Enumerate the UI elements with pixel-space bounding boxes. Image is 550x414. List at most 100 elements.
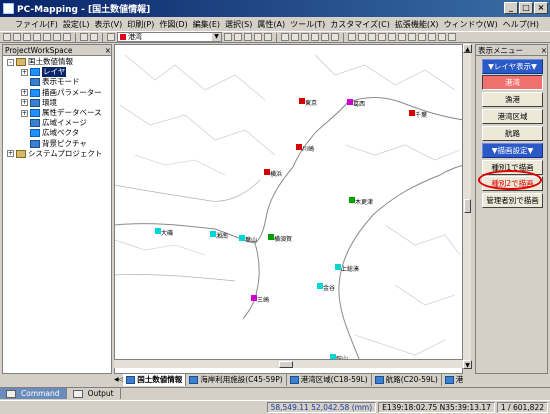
- menu-item-1[interactable]: 設定(L): [62, 19, 91, 30]
- save-all-icon[interactable]: [33, 33, 41, 41]
- menu-item-3[interactable]: 印刷(P): [126, 19, 155, 30]
- close-icon[interactable]: ×: [105, 46, 111, 55]
- map-tab[interactable]: 海岸利用施設(C45-59P): [186, 374, 287, 386]
- tree-node[interactable]: + レイヤ: [3, 67, 111, 78]
- pan-icon[interactable]: [244, 33, 252, 41]
- menu-item-4[interactable]: 作図(D): [158, 19, 188, 30]
- port-marker[interactable]: 木更津: [349, 197, 373, 206]
- display-menu-button[interactable]: 航路: [482, 126, 543, 141]
- tool-icon[interactable]: [378, 33, 386, 41]
- tree-node[interactable]: + 描画パラメーター: [3, 88, 111, 98]
- display-menu-button[interactable]: 港湾: [482, 75, 543, 90]
- menu-item-11[interactable]: ウィンドウ(W): [443, 19, 499, 30]
- menu-item-0[interactable]: ファイル(F): [14, 19, 59, 30]
- port-marker[interactable]: 葉山: [239, 235, 257, 244]
- layer-select[interactable]: 港湾 ▼: [117, 32, 222, 42]
- menu-item-6[interactable]: 選択(S): [224, 19, 253, 30]
- tool-icon[interactable]: [368, 33, 376, 41]
- output-tab[interactable]: Command: [0, 388, 67, 399]
- port-marker[interactable]: 葛西: [347, 99, 365, 108]
- display-menu-button[interactable]: ▼描画設定▼: [482, 143, 543, 158]
- expand-toggle-icon[interactable]: [21, 140, 28, 147]
- horizontal-scrollbar[interactable]: [114, 359, 463, 368]
- tree-node[interactable]: 背景ピクチャ: [3, 139, 111, 149]
- new-icon[interactable]: [3, 33, 11, 41]
- expand-toggle-icon[interactable]: +: [21, 109, 28, 117]
- tree-node[interactable]: 広域ベクタ: [3, 128, 111, 138]
- expand-toggle-icon[interactable]: +: [7, 150, 14, 158]
- scroll-up-icon[interactable]: ▲: [463, 44, 472, 53]
- fit-icon[interactable]: [264, 33, 272, 41]
- tree-node[interactable]: 広域イメージ: [3, 118, 111, 128]
- map-tab[interactable]: 港湾区域(C18-59L): [287, 374, 372, 386]
- map-tab[interactable]: 国土数値情報: [123, 374, 187, 386]
- port-marker[interactable]: 金谷: [317, 283, 335, 292]
- port-marker[interactable]: 千葉: [409, 110, 427, 119]
- menu-item-2[interactable]: 表示(V): [94, 19, 124, 30]
- port-marker[interactable]: 横須賀: [268, 234, 292, 243]
- expand-toggle-icon[interactable]: +: [21, 99, 28, 107]
- delete-icon[interactable]: [311, 33, 319, 41]
- tool-icon[interactable]: [388, 33, 396, 41]
- expand-toggle-icon[interactable]: [21, 120, 28, 127]
- save-icon[interactable]: [23, 33, 31, 41]
- display-menu-button[interactable]: 港湾区域: [482, 109, 543, 124]
- pointer-icon[interactable]: [80, 33, 88, 41]
- maximize-button[interactable]: □: [519, 2, 533, 14]
- port-marker[interactable]: 横浜: [264, 169, 282, 178]
- map-canvas[interactable]: 東京 葛西千葉川崎横浜木更津大磯 湘南葉山 横須賀上総湊金谷三崎館山: [115, 45, 463, 360]
- scroll-thumb[interactable]: [279, 361, 293, 368]
- tool-icon[interactable]: [438, 33, 446, 41]
- output-tab[interactable]: Output: [67, 388, 121, 399]
- scroll-down-icon[interactable]: ▼: [463, 360, 472, 369]
- move-icon[interactable]: [291, 33, 299, 41]
- tool-icon[interactable]: [398, 33, 406, 41]
- expand-toggle-icon[interactable]: +: [21, 89, 28, 97]
- display-menu-button[interactable]: 漁港: [482, 92, 543, 107]
- map-view[interactable]: 東京 葛西 千葉 川崎 横浜 木更津 大磯 湘南 葉山 横須賀 上総湊 金谷 三崎 館山: [114, 44, 463, 374]
- chevron-down-icon[interactable]: ▼: [212, 33, 221, 41]
- copy-icon[interactable]: [301, 33, 309, 41]
- print-icon[interactable]: [43, 33, 51, 41]
- menu-item-8[interactable]: ツール(T): [289, 19, 326, 30]
- tree-node[interactable]: + 属性データベース: [3, 108, 111, 118]
- tree-node[interactable]: + 環境: [3, 98, 111, 108]
- tree-node[interactable]: - 国土数値情報: [3, 57, 111, 67]
- port-marker[interactable]: 川崎: [296, 144, 314, 153]
- expand-toggle-icon[interactable]: [21, 130, 28, 137]
- tree-node[interactable]: 表示モード: [3, 77, 111, 87]
- tool-icon[interactable]: [418, 33, 426, 41]
- folder-icon[interactable]: [107, 33, 115, 41]
- tool-icon[interactable]: [358, 33, 366, 41]
- port-marker[interactable]: 大磯: [155, 228, 173, 237]
- info-icon[interactable]: [331, 33, 339, 41]
- menu-item-10[interactable]: 拡張機能(X): [394, 19, 440, 30]
- map-tab[interactable]: 航路(C20-59L): [372, 374, 442, 386]
- tool-icon[interactable]: [428, 33, 436, 41]
- edit-icon[interactable]: [90, 33, 98, 41]
- refresh-icon[interactable]: [254, 33, 262, 41]
- measure-icon[interactable]: [321, 33, 329, 41]
- zoom-in-icon[interactable]: [224, 33, 232, 41]
- close-icon[interactable]: ×: [541, 46, 547, 55]
- expand-toggle-icon[interactable]: -: [7, 58, 14, 66]
- tree-node[interactable]: + システムプロジェクト: [3, 149, 111, 159]
- scroll-thumb[interactable]: [464, 199, 471, 213]
- menu-item-5[interactable]: 編集(E): [192, 19, 221, 30]
- preview-icon[interactable]: [53, 33, 61, 41]
- close-button[interactable]: ×: [534, 2, 548, 14]
- map-tab[interactable]: 港湾(C0: [442, 374, 463, 386]
- port-marker[interactable]: 湘南: [210, 231, 228, 240]
- port-marker[interactable]: 上総湊: [335, 264, 359, 273]
- open-icon[interactable]: [13, 33, 21, 41]
- vertical-scrollbar[interactable]: ▲ ▼: [462, 44, 472, 369]
- tool-icon[interactable]: [348, 33, 356, 41]
- display-menu-button[interactable]: 管理者別で描画: [482, 193, 543, 208]
- display-menu-button[interactable]: ▼レイヤ表示▼: [482, 59, 543, 74]
- menu-item-7[interactable]: 属性(A): [256, 19, 286, 30]
- expand-toggle-icon[interactable]: +: [21, 68, 28, 76]
- tool-icon[interactable]: [408, 33, 416, 41]
- zoom-out-icon[interactable]: [234, 33, 242, 41]
- tool-icon[interactable]: [448, 33, 456, 41]
- port-marker[interactable]: 東京: [299, 98, 317, 107]
